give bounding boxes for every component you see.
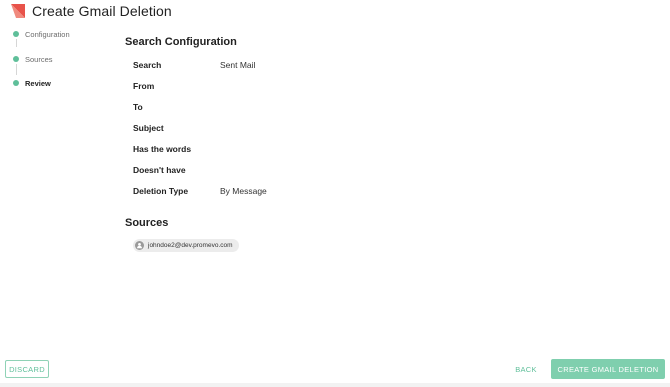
search-configuration-title: Search Configuration (125, 36, 237, 48)
create-gmail-deletion-page: Create Gmail Deletion Configuration Sour… (0, 0, 670, 387)
field-row-from: From (133, 79, 220, 93)
field-label: Deletion Type (133, 186, 189, 196)
field-label: To (133, 102, 143, 112)
field-label: From (133, 81, 155, 91)
sources-title: Sources (125, 217, 169, 229)
step-label: Configuration (25, 29, 70, 39)
step-label: Sources (25, 54, 53, 64)
field-row-doesnt-have: Doesn't have (133, 163, 220, 177)
source-chip[interactable]: johndoe2@dev.promevo.com (133, 239, 239, 252)
step-configuration[interactable]: Configuration (12, 26, 70, 42)
user-icon (135, 241, 144, 250)
step-dot-icon (13, 31, 19, 37)
field-row-deletion-type: Deletion Type By Message (133, 184, 267, 198)
field-value: Sent Mail (220, 60, 256, 70)
step-dot-icon (13, 56, 19, 62)
field-row-subject: Subject (133, 121, 220, 135)
field-row-has-the-words: Has the words (133, 142, 220, 156)
field-value: By Message (220, 186, 267, 196)
field-label: Search (133, 60, 162, 70)
step-sources[interactable]: Sources (12, 51, 53, 67)
field-label: Subject (133, 123, 164, 133)
field-row-to: To (133, 100, 220, 114)
field-label: Doesn't have (133, 165, 186, 175)
field-row-search: Search Sent Mail (133, 58, 255, 72)
discard-button[interactable]: DISCARD (5, 360, 49, 378)
step-label: Review (25, 78, 51, 88)
step-dot-icon (13, 80, 19, 86)
field-label: Has the words (133, 144, 192, 154)
page-title: Create Gmail Deletion (32, 3, 172, 19)
source-email: johndoe2@dev.promevo.com (148, 242, 233, 249)
bottom-divider (0, 383, 670, 387)
back-button[interactable]: BACK (512, 360, 540, 378)
logo-icon (11, 4, 25, 18)
page-header: Create Gmail Deletion (11, 3, 172, 19)
step-review[interactable]: Review (12, 75, 51, 91)
create-gmail-deletion-button[interactable]: CREATE GMAIL DELETION (551, 359, 665, 379)
